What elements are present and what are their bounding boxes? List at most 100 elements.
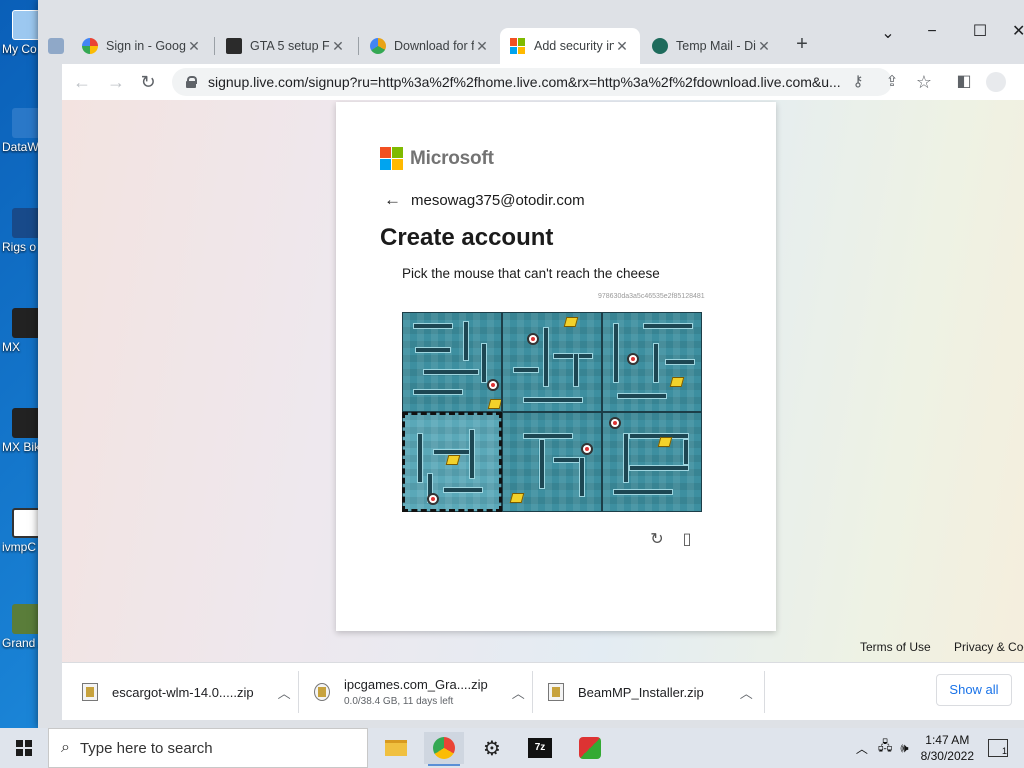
desktop-icon-label: MX <box>2 340 20 354</box>
captcha-option-1[interactable] <box>402 312 502 412</box>
mouse-icon <box>581 443 593 455</box>
key-icon[interactable]: ⚷ <box>846 70 870 94</box>
forward-button[interactable]: → <box>104 70 128 94</box>
captcha-prompt: Pick the mouse that can't reach the chee… <box>402 266 660 281</box>
captcha-option-6[interactable] <box>602 412 702 512</box>
download-status: 0.0/38.4 GB, 11 days left <box>344 696 454 707</box>
browser-window: Sign in - Goog ✕ GTA 5 setup Fr ✕ Downlo… <box>38 0 1024 728</box>
taskbar-settings[interactable]: ⚙ <box>472 732 512 764</box>
7zip-icon: 7z <box>528 738 552 758</box>
mouse-icon <box>427 493 439 505</box>
tab-title: GTA 5 setup Fr <box>250 39 330 53</box>
clock[interactable]: 1:47 AM 8/30/2022 <box>921 732 974 764</box>
desktop-icon-mx-bikes[interactable]: MX Bik <box>0 408 42 454</box>
taskbar-file-explorer[interactable] <box>376 732 416 764</box>
tab-sign-in-google[interactable]: Sign in - Goog ✕ <box>72 28 212 64</box>
new-tab-button[interactable]: + <box>790 32 814 56</box>
app-icon <box>579 737 601 759</box>
address-bar[interactable]: signup.live.com/signup?ru=http%3a%2f%2fh… <box>172 68 892 96</box>
taskbar-chrome[interactable] <box>424 732 464 766</box>
cheese-icon <box>657 437 673 447</box>
close-icon[interactable]: ✕ <box>474 38 490 55</box>
desktop-icon-gta[interactable]: Grand Auto <box>0 604 42 650</box>
captcha-grid <box>402 312 702 512</box>
captcha-option-2[interactable] <box>502 312 602 412</box>
desktop-icon-mx[interactable]: MX <box>0 308 42 354</box>
download-item-escargot[interactable]: escargot-wlm-14.0.....zip ︿ <box>82 663 291 721</box>
page-title: Create account <box>380 224 554 251</box>
download-name: BeamMP_Installer.zip <box>578 684 704 700</box>
tab-temp-mail[interactable]: Temp Mail - Di ✕ <box>642 28 782 64</box>
close-icon[interactable]: ✕ <box>614 38 630 55</box>
chevron-up-icon[interactable]: ︿ <box>856 740 868 757</box>
back-arrow-icon[interactable]: ← <box>384 190 401 210</box>
share-icon[interactable]: ⇪ <box>880 70 904 94</box>
audio-captcha-icon[interactable]: ▯ <box>678 529 696 549</box>
folder-icon <box>385 740 407 756</box>
download-item-beammp[interactable]: BeamMP_Installer.zip ︿ <box>548 663 753 721</box>
close-icon[interactable]: ✕ <box>756 38 772 55</box>
brand-name: Microsoft <box>410 147 494 169</box>
desktop-icon-ivmp[interactable]: ivmpC <box>0 508 42 554</box>
lock-icon <box>186 76 197 88</box>
tab-gta5-setup[interactable]: GTA 5 setup Fr ✕ <box>216 28 356 64</box>
email-display: mesowag375@otodir.com <box>411 191 585 209</box>
close-icon[interactable]: ✕ <box>330 38 346 55</box>
tab-download[interactable]: Download for f ✕ <box>360 28 500 64</box>
taskbar-search[interactable]: ⌕ Type here to search <box>48 728 368 768</box>
tab-search-chevron-icon[interactable]: ⌄ <box>878 24 898 44</box>
profile-avatar-icon[interactable] <box>984 70 1008 94</box>
gear-icon: ⚙ <box>483 737 501 760</box>
chrome-icon <box>433 737 455 759</box>
network-icon[interactable]: 🖧 <box>878 737 893 759</box>
desktop-icon-my-computer[interactable]: My Co <box>0 10 42 56</box>
desktop-icon-label: DataW <box>2 140 39 154</box>
minimize-button[interactable]: − <box>922 22 942 42</box>
notification-icon[interactable]: 1 <box>988 739 1008 757</box>
desktop-icon-label: ivmpC <box>2 540 37 554</box>
cheese-icon <box>563 317 579 327</box>
privacy-link[interactable]: Privacy & Cool <box>954 640 1024 654</box>
cheese-icon <box>445 455 461 465</box>
reload-button[interactable]: ↻ <box>136 70 160 94</box>
search-placeholder: Type here to search <box>79 739 213 757</box>
download-progress-icon <box>314 683 330 701</box>
refresh-captcha-icon[interactable]: ↻ <box>648 529 666 549</box>
terms-link[interactable]: Terms of Use <box>860 640 931 654</box>
side-panel-icon[interactable]: ◧ <box>952 70 976 94</box>
captcha-id: 978630da3a5c46535e2f85128481 <box>598 293 705 300</box>
tab-strip: Sign in - Goog ✕ GTA 5 setup Fr ✕ Downlo… <box>38 0 1024 64</box>
desktop-icon-dataw[interactable]: DataW <box>0 108 42 154</box>
chevron-up-icon[interactable]: ︿ <box>512 683 525 702</box>
taskbar-7zip[interactable]: 7z <box>520 732 560 764</box>
captcha-option-5[interactable] <box>502 412 602 512</box>
close-window-button[interactable]: ✕ <box>1012 22 1024 42</box>
tab-title: Add security in <box>534 39 614 53</box>
zip-file-icon <box>82 683 98 701</box>
chrome-like-icon <box>370 38 386 54</box>
tab-add-security-info[interactable]: Add security in ✕ <box>500 28 640 64</box>
show-all-button[interactable]: Show all <box>936 674 1012 706</box>
bookmark-star-icon[interactable]: ☆ <box>912 70 936 94</box>
taskbar: ⌕ Type here to search ⚙ 7z ︿ 🖧 🕪 1:47 AM… <box>0 728 1024 768</box>
tab-title: Sign in - Goog <box>106 39 186 53</box>
volume-icon[interactable]: 🕪 <box>900 740 908 756</box>
system-tray: ︿ 🖧 🕪 1:47 AM 8/30/2022 1 <box>856 728 1024 768</box>
microsoft-logo: Microsoft <box>380 147 494 170</box>
cheese-icon <box>669 377 685 387</box>
close-icon[interactable]: ✕ <box>186 38 202 55</box>
profile-tab-icon[interactable] <box>38 28 68 64</box>
back-button[interactable]: ← <box>70 70 94 94</box>
captcha-option-4-selected[interactable] <box>402 412 502 512</box>
download-name: ipcgames.com_Gra....zip <box>344 677 488 692</box>
desktop-icon-rigs[interactable]: Rigs o <box>0 208 42 254</box>
maximize-button[interactable]: ☐ <box>970 22 990 42</box>
chevron-up-icon[interactable]: ︿ <box>278 683 291 702</box>
chevron-up-icon[interactable]: ︿ <box>740 683 753 702</box>
tab-title: Temp Mail - Di <box>676 39 756 53</box>
taskbar-app[interactable] <box>570 732 610 764</box>
captcha-option-3[interactable] <box>602 312 702 412</box>
start-button[interactable] <box>0 728 48 768</box>
download-item-ipcgames[interactable]: ipcgames.com_Gra....zip 0.0/38.4 GB, 11 … <box>314 663 525 721</box>
cheese-icon <box>487 399 501 409</box>
